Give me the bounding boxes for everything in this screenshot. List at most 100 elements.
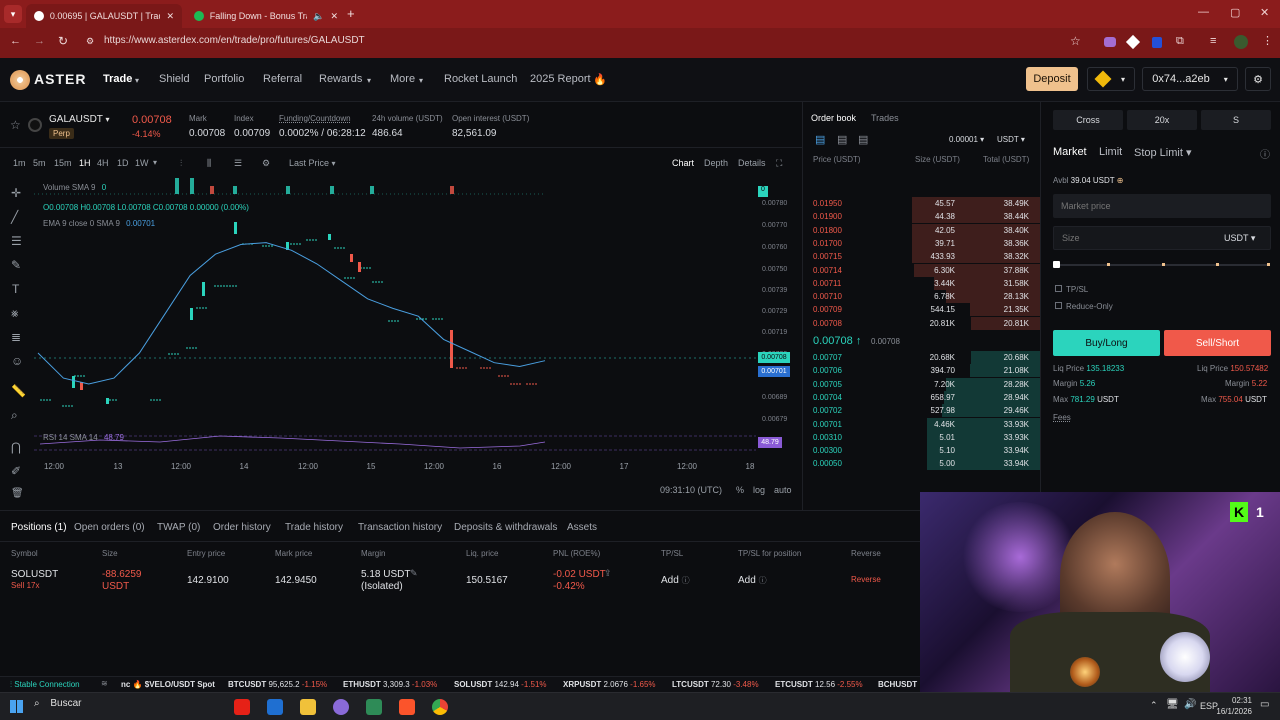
favorite-star-icon[interactable]: ☆ bbox=[10, 118, 21, 132]
network-selector[interactable]: ▾ bbox=[1087, 67, 1135, 91]
reduce-only-checkbox[interactable]: Reduce-Only bbox=[1055, 302, 1113, 311]
bookmark-star-icon[interactable]: ☆ bbox=[1070, 34, 1081, 48]
position-mode-button[interactable]: S bbox=[1201, 110, 1271, 130]
book-both-icon[interactable]: ▤ bbox=[815, 133, 825, 146]
url-field[interactable]: https://www.asterdex.com/en/trade/pro/fu… bbox=[104, 35, 365, 46]
account-button[interactable]: 0x74...a2eb ▾ bbox=[1142, 67, 1238, 91]
ask-row[interactable]: 0.00710 6.78K 28.13K bbox=[803, 290, 1041, 304]
view-chart[interactable]: Chart bbox=[672, 158, 694, 168]
view-details[interactable]: Details bbox=[738, 158, 766, 168]
log-toggle[interactable]: log bbox=[753, 485, 765, 495]
auto-toggle[interactable]: auto bbox=[774, 485, 792, 495]
ticker-item[interactable]: ETCUSDT 12.56 -2.55% bbox=[775, 680, 863, 689]
price-type-selector[interactable]: Last Price ▾ bbox=[289, 158, 336, 168]
tab-twap[interactable]: TWAP (0) bbox=[157, 522, 200, 533]
chrome-icon[interactable] bbox=[432, 699, 448, 715]
info-icon[interactable]: ⓘ bbox=[1260, 146, 1270, 161]
ticker-item[interactable]: BTCUSDT 95,625.2 -1.15% bbox=[228, 680, 327, 689]
fullscreen-icon[interactable]: ⛶ bbox=[776, 158, 782, 169]
speaker-icon[interactable]: 🔈 bbox=[313, 11, 324, 22]
close-window-icon[interactable]: ✕ bbox=[1260, 6, 1269, 19]
close-icon[interactable]: ✕ bbox=[166, 11, 174, 22]
extension-icon[interactable] bbox=[1152, 37, 1162, 48]
reverse-button[interactable]: Reverse bbox=[851, 575, 881, 584]
book-asks-icon[interactable]: ▤ bbox=[858, 133, 868, 146]
playlist-icon[interactable]: ≡ bbox=[1210, 35, 1216, 47]
unit-selector[interactable]: USDT ▾ bbox=[997, 135, 1025, 144]
tpsl-checkbox[interactable]: TP/SL bbox=[1055, 285, 1088, 294]
sell-short-button[interactable]: Sell/Short bbox=[1164, 330, 1271, 356]
bid-row[interactable]: 0.00310 5.01 33.93K bbox=[803, 430, 1041, 444]
list-icon[interactable]: ☰ bbox=[234, 158, 242, 169]
bid-row[interactable]: 0.00300 5.10 33.94K bbox=[803, 444, 1041, 458]
market-price-field[interactable] bbox=[1053, 194, 1271, 218]
bid-row[interactable]: 0.00702 527.98 29.46K bbox=[803, 404, 1041, 418]
volume-icon[interactable]: 🔊 bbox=[1184, 699, 1196, 710]
interval-1d[interactable]: 1D bbox=[117, 158, 129, 168]
nav-rewards[interactable]: Rewards bbox=[319, 73, 362, 85]
ask-row[interactable]: 0.01900 44.38 38.44K bbox=[803, 210, 1041, 224]
symbol-selector[interactable]: GALAUSDT ▾ bbox=[49, 114, 110, 125]
ask-row[interactable]: 0.01700 39.71 38.36K bbox=[803, 236, 1041, 250]
ticker-settings-icon[interactable]: ≋ bbox=[101, 679, 108, 688]
gear-icon[interactable]: ⚙ bbox=[262, 158, 270, 169]
slider-handle[interactable] bbox=[1053, 261, 1060, 268]
new-tab-button[interactable]: + bbox=[347, 6, 355, 21]
nav-trade[interactable]: Trade bbox=[103, 73, 132, 85]
store-icon[interactable] bbox=[267, 699, 283, 715]
add-funds-icon[interactable]: ⊕ bbox=[1117, 176, 1124, 185]
ticker-item[interactable]: LTCUSDT 72.30 -3.48% bbox=[672, 680, 759, 689]
ticker-item[interactable]: SOLUSDT 142.94 -1.51% bbox=[454, 680, 547, 689]
leverage-button[interactable]: 20x bbox=[1127, 110, 1197, 130]
bid-row[interactable]: 0.00705 7.20K 28.28K bbox=[803, 377, 1041, 391]
nav-2025-report[interactable]: 2025 Report bbox=[530, 73, 591, 85]
network-icon[interactable]: 🖥 bbox=[1166, 699, 1179, 710]
bid-row[interactable]: 0.00701 4.46K 33.93K bbox=[803, 417, 1041, 431]
tab-trade-history[interactable]: Trade history bbox=[285, 522, 343, 533]
back-icon[interactable]: ← bbox=[10, 35, 21, 47]
nav-shield[interactable]: Shield bbox=[159, 73, 190, 85]
add-tpsl-position-button[interactable]: Add ⓘ bbox=[738, 575, 767, 586]
indicators-icon[interactable]: ⫼ bbox=[207, 158, 211, 169]
edit-icon[interactable]: ✎ bbox=[410, 568, 418, 579]
position-symbol[interactable]: SOLUSDT bbox=[11, 569, 58, 580]
ticker-item[interactable]: BCHUSDT bbox=[878, 680, 917, 689]
ask-row[interactable]: 0.00708 20.81K 20.81K bbox=[803, 316, 1041, 330]
interval-1m[interactable]: 1m bbox=[13, 158, 26, 168]
windows-start-icon[interactable] bbox=[10, 700, 23, 713]
order-type-stop-limit[interactable]: Stop Limit ▾ bbox=[1134, 146, 1192, 159]
tab-order-history[interactable]: Order history bbox=[213, 522, 271, 533]
tab-positions[interactable]: Positions (1) bbox=[11, 522, 67, 533]
bid-row[interactable]: 0.00707 20.68K 20.68K bbox=[803, 351, 1041, 364]
ticker-item[interactable]: XRPUSDT 2.0676 -1.65% bbox=[563, 680, 656, 689]
site-info-icon[interactable]: ⚙ bbox=[86, 36, 94, 47]
order-type-market[interactable]: Market bbox=[1053, 146, 1087, 158]
browser-tab[interactable]: Falling Down - Bonus Track 🔈 ✕ bbox=[186, 4, 346, 28]
ask-row[interactable]: 0.00715 433.93 38.32K bbox=[803, 250, 1041, 264]
ticker-item[interactable]: nc 🔥 $VELO/USDT Spot bbox=[121, 680, 215, 689]
buy-long-button[interactable]: Buy/Long bbox=[1053, 330, 1160, 356]
tab-deposits-withdrawals[interactable]: Deposits & withdrawals bbox=[454, 522, 557, 533]
add-tpsl-button[interactable]: Add ⓘ bbox=[661, 575, 690, 586]
ticker-item[interactable]: ETHUSDT 3,309.3 -1.03% bbox=[343, 680, 437, 689]
tab-menu-button[interactable]: ▾ bbox=[4, 5, 22, 23]
terminal-icon[interactable] bbox=[366, 699, 382, 715]
forward-icon[interactable]: → bbox=[34, 35, 45, 47]
fees-link[interactable]: Fees bbox=[1053, 413, 1071, 422]
extension-icon[interactable] bbox=[1104, 37, 1116, 47]
ask-row[interactable]: 0.00711 3.44K 31.58K bbox=[803, 276, 1041, 290]
deposit-button[interactable]: Deposit bbox=[1026, 67, 1078, 91]
bid-row[interactable]: 0.00706 394.70 21.08K bbox=[803, 364, 1041, 378]
order-type-limit[interactable]: Limit bbox=[1099, 146, 1122, 158]
margin-mode-button[interactable]: Cross bbox=[1053, 110, 1123, 130]
nav-more[interactable]: More bbox=[390, 73, 415, 85]
nav-portfolio[interactable]: Portfolio bbox=[204, 73, 244, 85]
size-slider[interactable] bbox=[1053, 261, 1270, 268]
bid-row[interactable]: 0.00050 5.00 33.94K bbox=[803, 457, 1041, 471]
interval-5m[interactable]: 5m bbox=[33, 158, 46, 168]
tab-open-orders[interactable]: Open orders (0) bbox=[74, 522, 145, 533]
extensions-puzzle-icon[interactable]: ⧉ bbox=[1176, 35, 1184, 48]
ask-row[interactable]: 0.00714 6.30K 37.88K bbox=[803, 263, 1041, 277]
tab-trades[interactable]: Trades bbox=[871, 113, 899, 123]
maximize-icon[interactable]: ▢ bbox=[1230, 6, 1240, 19]
